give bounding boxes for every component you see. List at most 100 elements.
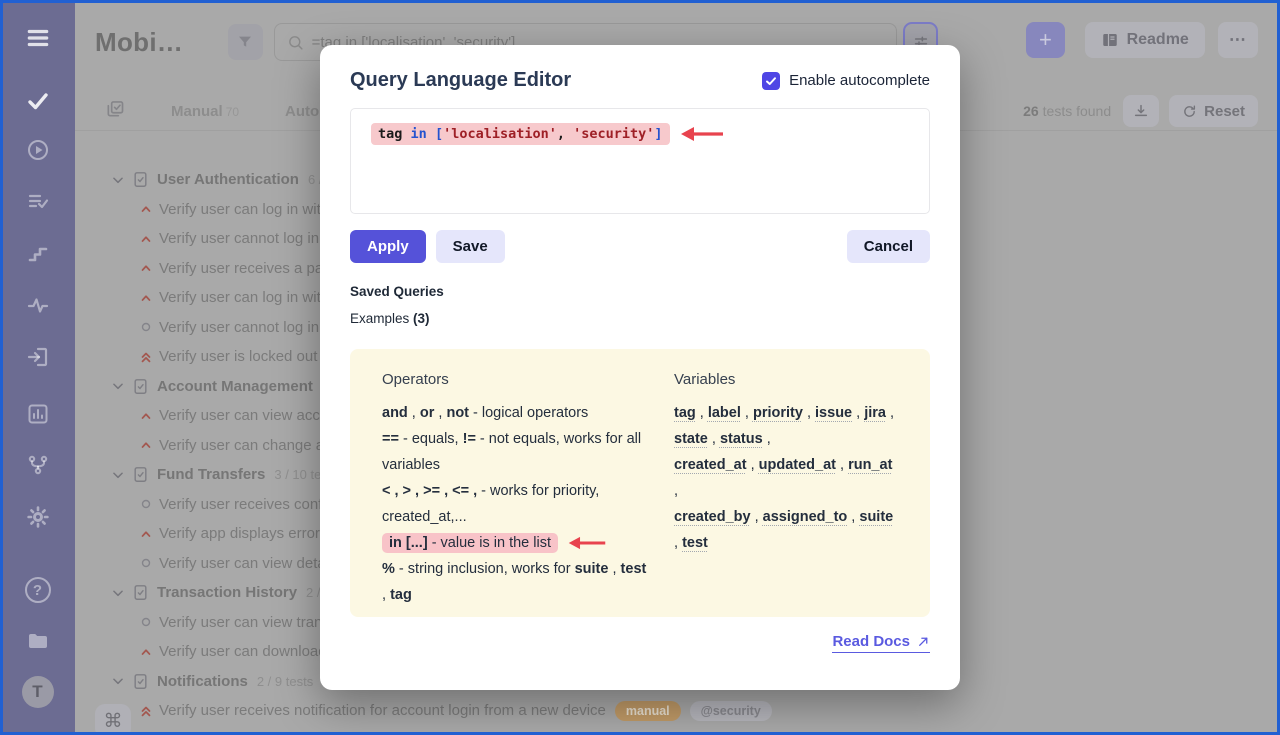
chevron-down-icon[interactable] (111, 468, 125, 482)
example-text: , (674, 483, 678, 499)
tag-badge[interactable]: @security (690, 701, 772, 721)
highlighted-example: in [...] - value is in the list (382, 533, 558, 553)
funnel-icon (237, 34, 253, 50)
download-button[interactable] (1123, 95, 1159, 127)
chevron-down-icon[interactable] (111, 173, 125, 187)
saved-queries-section[interactable]: Saved Queries (350, 284, 930, 299)
code-token (427, 126, 435, 142)
steps-icon[interactable] (0, 239, 75, 267)
chevron-down-icon[interactable] (111, 379, 125, 393)
suite-name: Transaction History (157, 584, 297, 601)
test-row[interactable]: Verify user receives notification for ac… (75, 696, 1280, 726)
example-text: tag (390, 587, 412, 603)
suite-name: Fund Transfers (157, 466, 265, 483)
autocomplete-toggle[interactable]: Enable autocomplete (762, 72, 930, 90)
variable-name: created_by (674, 509, 751, 525)
app-window: ? T Mobi… + Readme ⋯ Manual7 (0, 0, 1280, 735)
bulk-select-icon[interactable] (105, 99, 125, 124)
test-title: Verify user can view trans (159, 614, 330, 631)
example-text: % (382, 561, 395, 577)
priority-high-icon (139, 291, 153, 305)
help-question-icon[interactable]: ? (0, 576, 75, 604)
chevron-down-icon[interactable] (111, 674, 125, 688)
example-text: == (382, 431, 399, 447)
code-token: ] (654, 126, 662, 142)
reset-label: Reset (1204, 103, 1245, 120)
run-play-icon[interactable] (0, 136, 75, 164)
projects-folder-icon[interactable] (0, 627, 75, 655)
suite-doc-icon (132, 584, 149, 601)
logo-avatar[interactable]: T (0, 674, 75, 710)
example-text: - string inclusion, works for (395, 561, 575, 577)
branch-icon[interactable] (0, 451, 75, 479)
example-text: - logical operators (469, 405, 588, 421)
example-text: , (434, 405, 446, 421)
example-text: suite (575, 561, 609, 577)
test-title: Verify user can view accou (159, 407, 337, 424)
test-plans-icon[interactable] (0, 188, 75, 216)
pulse-icon[interactable] (0, 291, 75, 319)
priority-normal-icon (139, 320, 153, 334)
operator-line: == - equals, != - not equals, works for … (382, 426, 652, 478)
reset-button[interactable]: Reset (1169, 95, 1258, 127)
variables-title: Variables (674, 367, 898, 393)
code-token: in (411, 126, 427, 142)
test-title: Verify user receives notification for ac… (159, 702, 606, 719)
code-token (402, 126, 410, 142)
save-button[interactable]: Save (436, 230, 505, 263)
code-token: tag (378, 126, 402, 142)
filter-button[interactable] (228, 24, 262, 60)
project-title[interactable]: Mobi… (95, 22, 183, 62)
code-token: 'security' (573, 126, 654, 142)
example-text: test (621, 561, 647, 577)
code-token: [ (435, 126, 443, 142)
analytics-chart-icon[interactable] (0, 400, 75, 428)
variable-name: issue (815, 405, 852, 421)
test-title: Verify user is locked out a (159, 348, 330, 365)
variable-name: label (708, 405, 741, 421)
refresh-icon (1182, 104, 1197, 119)
sign-in-icon[interactable] (0, 343, 75, 371)
read-docs-link[interactable]: Read Docs (832, 633, 930, 653)
annotation-arrow-left-icon (679, 125, 725, 143)
menu-icon[interactable] (0, 22, 75, 54)
readme-button[interactable]: Readme (1085, 22, 1205, 58)
priority-high-icon (139, 232, 153, 246)
example-text: - value is in the list (428, 535, 551, 551)
example-text: , (852, 405, 864, 421)
example-text: != (463, 431, 476, 447)
suite-name: Notifications (157, 673, 248, 690)
operator-line: and , or , not - logical operators (382, 400, 652, 426)
operator-line: < , > , >= , <= , - works for priority, … (382, 478, 652, 530)
test-title: Verify user can log in with (159, 289, 329, 306)
suite-doc-icon (132, 378, 149, 395)
example-text: , (763, 431, 771, 447)
shortcut-button[interactable]: ⌘ (95, 704, 131, 735)
priority-high-icon (139, 261, 153, 275)
manual-badge[interactable]: manual (615, 701, 681, 721)
variable-name: suite (859, 509, 893, 525)
examples-section[interactable]: Examples (3) (350, 311, 930, 326)
examples-label: Examples (350, 311, 409, 326)
tests-check-icon[interactable] (0, 87, 75, 115)
settings-gear-icon[interactable] (0, 503, 75, 531)
external-arrow-icon (917, 635, 930, 648)
apply-button[interactable]: Apply (350, 230, 426, 263)
operator-line: % - string inclusion, works for suite , … (382, 556, 652, 608)
add-button[interactable]: + (1026, 22, 1064, 58)
logo-t-glyph: T (22, 676, 54, 708)
checkbox-checked-icon[interactable] (762, 72, 780, 90)
test-title: Verify user cannot log in w (159, 230, 334, 247)
more-options-button[interactable]: ⋯ (1218, 22, 1258, 58)
variable-name: test (682, 535, 708, 551)
cancel-button[interactable]: Cancel (847, 230, 930, 263)
priority-normal-icon (139, 556, 153, 570)
tab-manual[interactable]: Manual70 (171, 103, 239, 120)
query-code[interactable]: tag in ['localisation', 'security'] (371, 123, 670, 145)
test-title: Verify app displays error (159, 525, 320, 542)
priority-highest-icon (139, 704, 153, 718)
chevron-down-icon[interactable] (111, 586, 125, 600)
annotation-arrow-left-icon (567, 535, 607, 551)
query-input-area[interactable]: tag in ['localisation', 'security'] (350, 108, 930, 214)
example-text: , (741, 405, 753, 421)
